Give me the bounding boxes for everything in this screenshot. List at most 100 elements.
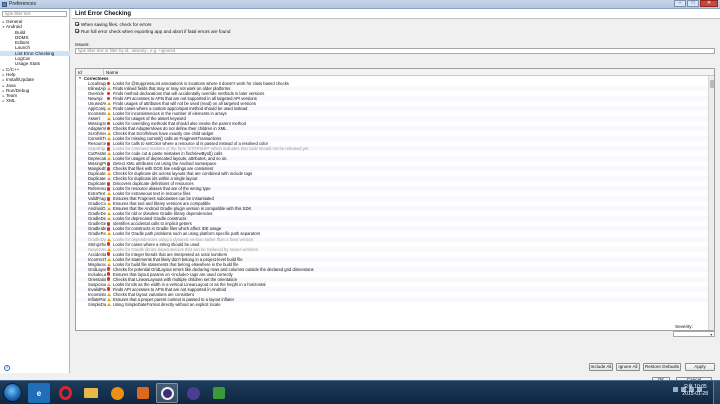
tree-item-label: General <box>6 19 23 24</box>
warning-icon <box>106 217 111 221</box>
error-icon <box>106 166 111 171</box>
start-button[interactable] <box>3 383 22 402</box>
maximize-button[interactable]: □ <box>687 0 699 7</box>
tree-item[interactable]: ▸ XML <box>0 98 70 103</box>
error-icon <box>106 252 111 256</box>
internet-explorer-icon[interactable]: e <box>28 383 50 403</box>
close-window-button[interactable]: ✕ <box>700 0 718 7</box>
restore-defaults-button[interactable]: Restore Defaults <box>643 363 681 371</box>
error-icon <box>106 272 111 276</box>
warning-icon <box>106 177 111 181</box>
warning-icon <box>106 262 111 266</box>
error-icon <box>106 222 111 226</box>
help-icon[interactable]: ? <box>4 365 10 371</box>
tree-item-label: Help <box>6 71 16 77</box>
warning-icon <box>106 232 111 236</box>
eclipse-icon[interactable] <box>156 383 178 403</box>
tree-item-label: Build <box>15 29 26 35</box>
warning-icon <box>106 112 111 116</box>
issue-row[interactable]: SimpleDateFormat Using SimpleDateFormat d… <box>76 302 709 307</box>
tree-item-label: DDMS <box>15 34 29 40</box>
issues-table: Id Name ▾ Correctness LocalSuppressLooks… <box>75 68 715 331</box>
lint-error-checking-page: Lint Error Checking When saving files, c… <box>72 9 720 373</box>
media-player-icon[interactable] <box>106 383 128 403</box>
error-icon <box>106 182 111 186</box>
warning-icon <box>106 132 111 136</box>
preferences-navigation-panel: type filter text ▸ General ▾ Android Build DD… <box>0 9 70 373</box>
tree-item-label: Lint Error Checking <box>15 50 55 56</box>
check-on-export-label: Run full error check when exporting app … <box>81 28 231 34</box>
tree-item-label: Usage Stats <box>15 61 41 67</box>
preferences-tree: ▸ General ▾ Android Build DDMS Editors Launch Li… <box>0 19 70 104</box>
issues-label: Issues: <box>75 42 90 47</box>
tree-filter-input[interactable]: type filter text <box>2 11 67 17</box>
chevron-down-icon: ▼ <box>709 333 713 337</box>
warning-icon <box>106 302 111 306</box>
tree-item-label: Launch <box>15 45 31 51</box>
window-title: Preferences <box>9 1 36 7</box>
folder-icon[interactable] <box>80 383 102 403</box>
warning-icon <box>106 212 111 216</box>
window-controls: – □ ✕ <box>673 0 718 8</box>
windows-taskbar: e 오후 10:05 2015-01-28 <box>0 380 720 404</box>
tree-item-label: Team <box>6 93 18 99</box>
app-icon-orange[interactable] <box>132 383 154 403</box>
tree-item-label: Android <box>6 24 22 30</box>
apply-button[interactable]: Apply <box>685 363 715 371</box>
tree-item-label: LogCat <box>15 56 30 62</box>
clock-date: 2015-01-28 <box>682 391 708 397</box>
issues-table-header: Id Name <box>76 69 714 76</box>
warning-icon <box>106 117 111 121</box>
warning-icon <box>106 192 111 196</box>
warning-icon <box>106 237 111 241</box>
check-on-save-option[interactable]: When saving files, check for errors <box>75 21 151 27</box>
column-header-name[interactable]: Name <box>104 69 704 75</box>
app-icon-green[interactable] <box>208 383 230 403</box>
window-titlebar: Preferences – □ ✕ <box>0 0 720 9</box>
error-icon <box>106 277 111 281</box>
check-on-export-option[interactable]: Run full error check when exporting app … <box>75 28 230 34</box>
error-icon <box>106 267 111 271</box>
issue-id: SimpleDateFormat <box>88 301 106 307</box>
error-icon <box>106 96 111 101</box>
include-all-button[interactable]: Include All <box>589 363 613 371</box>
column-header-id[interactable]: Id <box>76 69 104 75</box>
severity-label: Severity: <box>675 324 693 329</box>
severity-select[interactable]: ▼ <box>673 331 715 337</box>
scrollbar-thumb[interactable] <box>710 80 714 88</box>
issue-detail-area <box>75 332 655 365</box>
error-icon <box>106 227 111 231</box>
tree-item-label: XML <box>6 98 16 104</box>
warning-icon <box>106 207 111 211</box>
issues-vertical-scrollbar[interactable] <box>708 76 714 330</box>
tree-item-label: Editors <box>15 40 30 46</box>
error-icon <box>106 187 111 191</box>
show-desktop-button[interactable] <box>713 381 720 404</box>
preferences-app-icon <box>2 2 7 7</box>
warning-icon <box>106 282 111 286</box>
tree-item-label: Run/Debug <box>6 87 30 93</box>
check-on-save-checkbox[interactable] <box>75 22 79 26</box>
minimize-button[interactable]: – <box>674 0 686 7</box>
error-icon <box>106 161 111 166</box>
ignore-all-button[interactable]: Ignore All <box>616 363 640 371</box>
eclipse-icon-secondary[interactable] <box>182 383 204 403</box>
error-icon <box>106 141 111 146</box>
warning-icon <box>106 157 111 161</box>
tree-item-label: Java <box>6 82 16 88</box>
error-icon <box>106 91 111 96</box>
issues-filter-input[interactable]: type filter text or filter by id:, sever… <box>75 48 715 54</box>
issues-table-body: ▾ Correctness LocalSuppressLooks for @Su… <box>76 76 709 307</box>
taskbar-clock[interactable]: 오후 10:05 2015-01-28 <box>682 384 708 398</box>
warning-icon <box>106 247 111 251</box>
check-on-export-checkbox[interactable] <box>75 29 79 33</box>
error-icon <box>106 121 111 126</box>
error-icon <box>106 146 111 151</box>
warning-icon <box>106 152 111 156</box>
warning-icon <box>106 297 111 301</box>
error-icon <box>106 287 111 291</box>
opera-icon[interactable] <box>54 383 76 403</box>
tray-flag-icon[interactable] <box>673 387 678 392</box>
error-icon <box>106 126 111 131</box>
tree-item-label: C/C++ <box>6 66 20 72</box>
